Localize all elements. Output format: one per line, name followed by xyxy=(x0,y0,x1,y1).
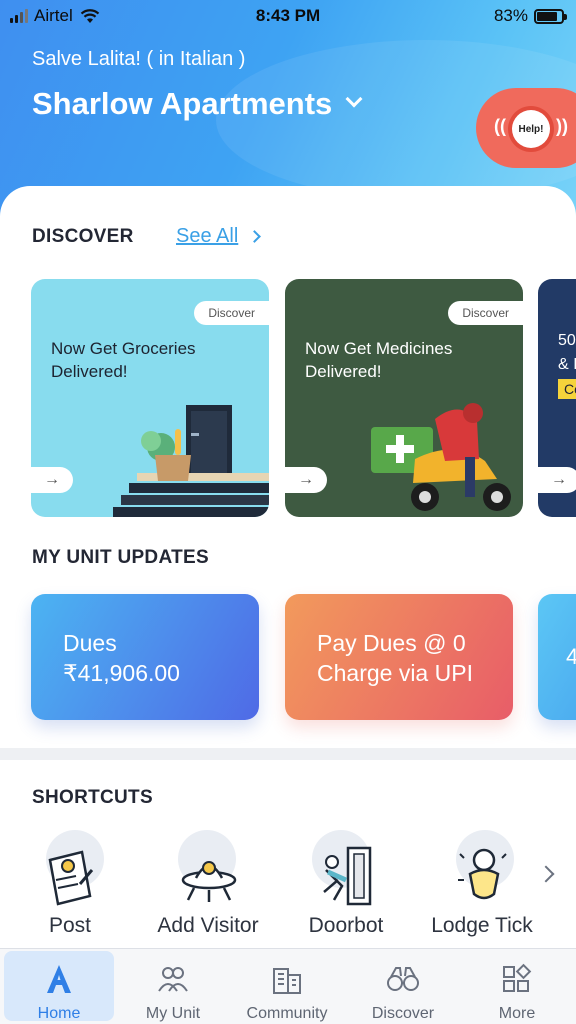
unit-update-card-partial[interactable]: 4 xyxy=(538,594,576,720)
help-sos-button[interactable]: Help! xyxy=(512,110,550,148)
status-right: 83% xyxy=(493,6,567,26)
shortcut-post[interactable]: Post xyxy=(0,826,140,946)
chevron-down-icon xyxy=(345,90,363,108)
apartment-selector[interactable]: Sharlow Apartments xyxy=(32,86,363,122)
discover-card-line: Delivered! xyxy=(51,362,128,381)
arrow-right-icon: → xyxy=(44,471,60,488)
shortcut-add-visitor[interactable]: Add Visitor xyxy=(138,826,278,946)
battery-percent: 83% xyxy=(493,6,528,25)
discover-card-text: Now Get Medicines Delivered! xyxy=(305,337,452,383)
card-arrow-button[interactable]: → xyxy=(538,467,576,493)
dues-amount: ₹41,906.00 xyxy=(63,660,180,686)
discover-card-groceries[interactable]: Discover Now Get Groceries Delivered! → xyxy=(31,279,269,517)
see-all-link[interactable]: See All xyxy=(176,225,262,248)
lodge-ticket-icon xyxy=(458,848,507,900)
bottom-tab-bar: Home My Unit Community Discover More xyxy=(0,948,576,1024)
dues-label: Dues xyxy=(63,630,117,656)
apartment-name: Sharlow Apartments xyxy=(32,86,333,121)
discover-card-line: 50 xyxy=(558,332,576,349)
discover-card-text: Now Get Groceries Delivered! xyxy=(51,337,196,383)
discover-card-text: 50 & I xyxy=(558,329,576,377)
discover-section-title: DISCOVER xyxy=(32,226,134,247)
tab-more[interactable]: More xyxy=(462,951,572,1022)
tab-label: Community xyxy=(246,1005,328,1022)
doorbot-icon xyxy=(323,846,372,906)
delivery-scooter-illustration-icon xyxy=(371,403,511,511)
section-divider xyxy=(0,748,576,760)
tab-my-unit[interactable]: My Unit xyxy=(118,951,228,1022)
signal-left-icon: (( xyxy=(494,116,506,136)
pay-dues-line: Pay Dues @ 0 xyxy=(317,630,466,656)
community-icon xyxy=(273,968,301,994)
shortcut-label: Add Visitor xyxy=(157,914,259,937)
discover-card-line: Now Get Medicines xyxy=(305,339,453,358)
pay-dues-line: Charge via UPI xyxy=(317,660,473,686)
unit-update-fragment: 4 xyxy=(566,644,576,669)
add-visitor-icon xyxy=(181,861,237,902)
tab-home[interactable]: Home xyxy=(4,951,114,1022)
signal-right-icon: )) xyxy=(556,116,568,136)
tab-discover[interactable]: Discover xyxy=(348,951,458,1022)
post-icon xyxy=(48,850,94,906)
shortcuts-section-title: SHORTCUTS xyxy=(32,787,153,808)
discover-badge: Discover xyxy=(194,301,269,325)
grocery-illustration-icon xyxy=(113,405,269,517)
discover-card-line: & I xyxy=(558,356,576,373)
unit-updates-section-title: MY UNIT UPDATES xyxy=(32,547,209,568)
home-icon xyxy=(47,965,71,993)
tab-label: More xyxy=(498,1005,536,1022)
more-icon xyxy=(503,963,532,992)
tab-label: Discover xyxy=(371,1005,435,1022)
shortcut-label: Lodge Tick xyxy=(431,914,533,937)
card-arrow-button[interactable]: → xyxy=(31,467,73,493)
status-bar: Airtel 8:43 PM 83% xyxy=(0,0,576,34)
tab-label: My Unit xyxy=(145,1005,201,1022)
discover-badge: Discover xyxy=(448,301,523,325)
discover-icon xyxy=(387,967,419,991)
shortcut-doorbot[interactable]: Doorbot xyxy=(276,826,416,946)
card-arrow-button[interactable]: → xyxy=(285,467,327,493)
discover-card-medicines[interactable]: Discover Now Get Medicines Delivered! → xyxy=(285,279,523,517)
discover-card-partial[interactable]: 50 & I Co → xyxy=(538,279,576,517)
my-unit-icon xyxy=(158,967,188,992)
discover-card-line: Now Get Groceries xyxy=(51,339,196,358)
arrow-right-icon: → xyxy=(298,471,314,488)
discover-card-tag: Co xyxy=(558,379,576,399)
tab-community[interactable]: Community xyxy=(232,951,342,1022)
shortcut-lodge-ticket[interactable]: Lodge Tick xyxy=(412,826,552,946)
see-all-label: See All xyxy=(176,225,239,247)
shortcut-label: Doorbot xyxy=(308,914,384,937)
shortcut-label: Post xyxy=(48,914,92,937)
battery-icon xyxy=(534,8,567,24)
tab-label: Home xyxy=(37,1005,81,1022)
chevron-right-icon xyxy=(248,230,262,243)
discover-card-line: Delivered! xyxy=(305,362,382,381)
clock: 8:43 PM xyxy=(255,6,321,25)
arrow-right-icon: → xyxy=(551,471,567,488)
dues-card[interactable]: Dues ₹41,906.00 xyxy=(31,594,259,720)
greeting-text: Salve Lalita! ( in Italian ) xyxy=(32,48,246,70)
pay-dues-upi-card[interactable]: Pay Dues @ 0 Charge via UPI xyxy=(285,594,513,720)
